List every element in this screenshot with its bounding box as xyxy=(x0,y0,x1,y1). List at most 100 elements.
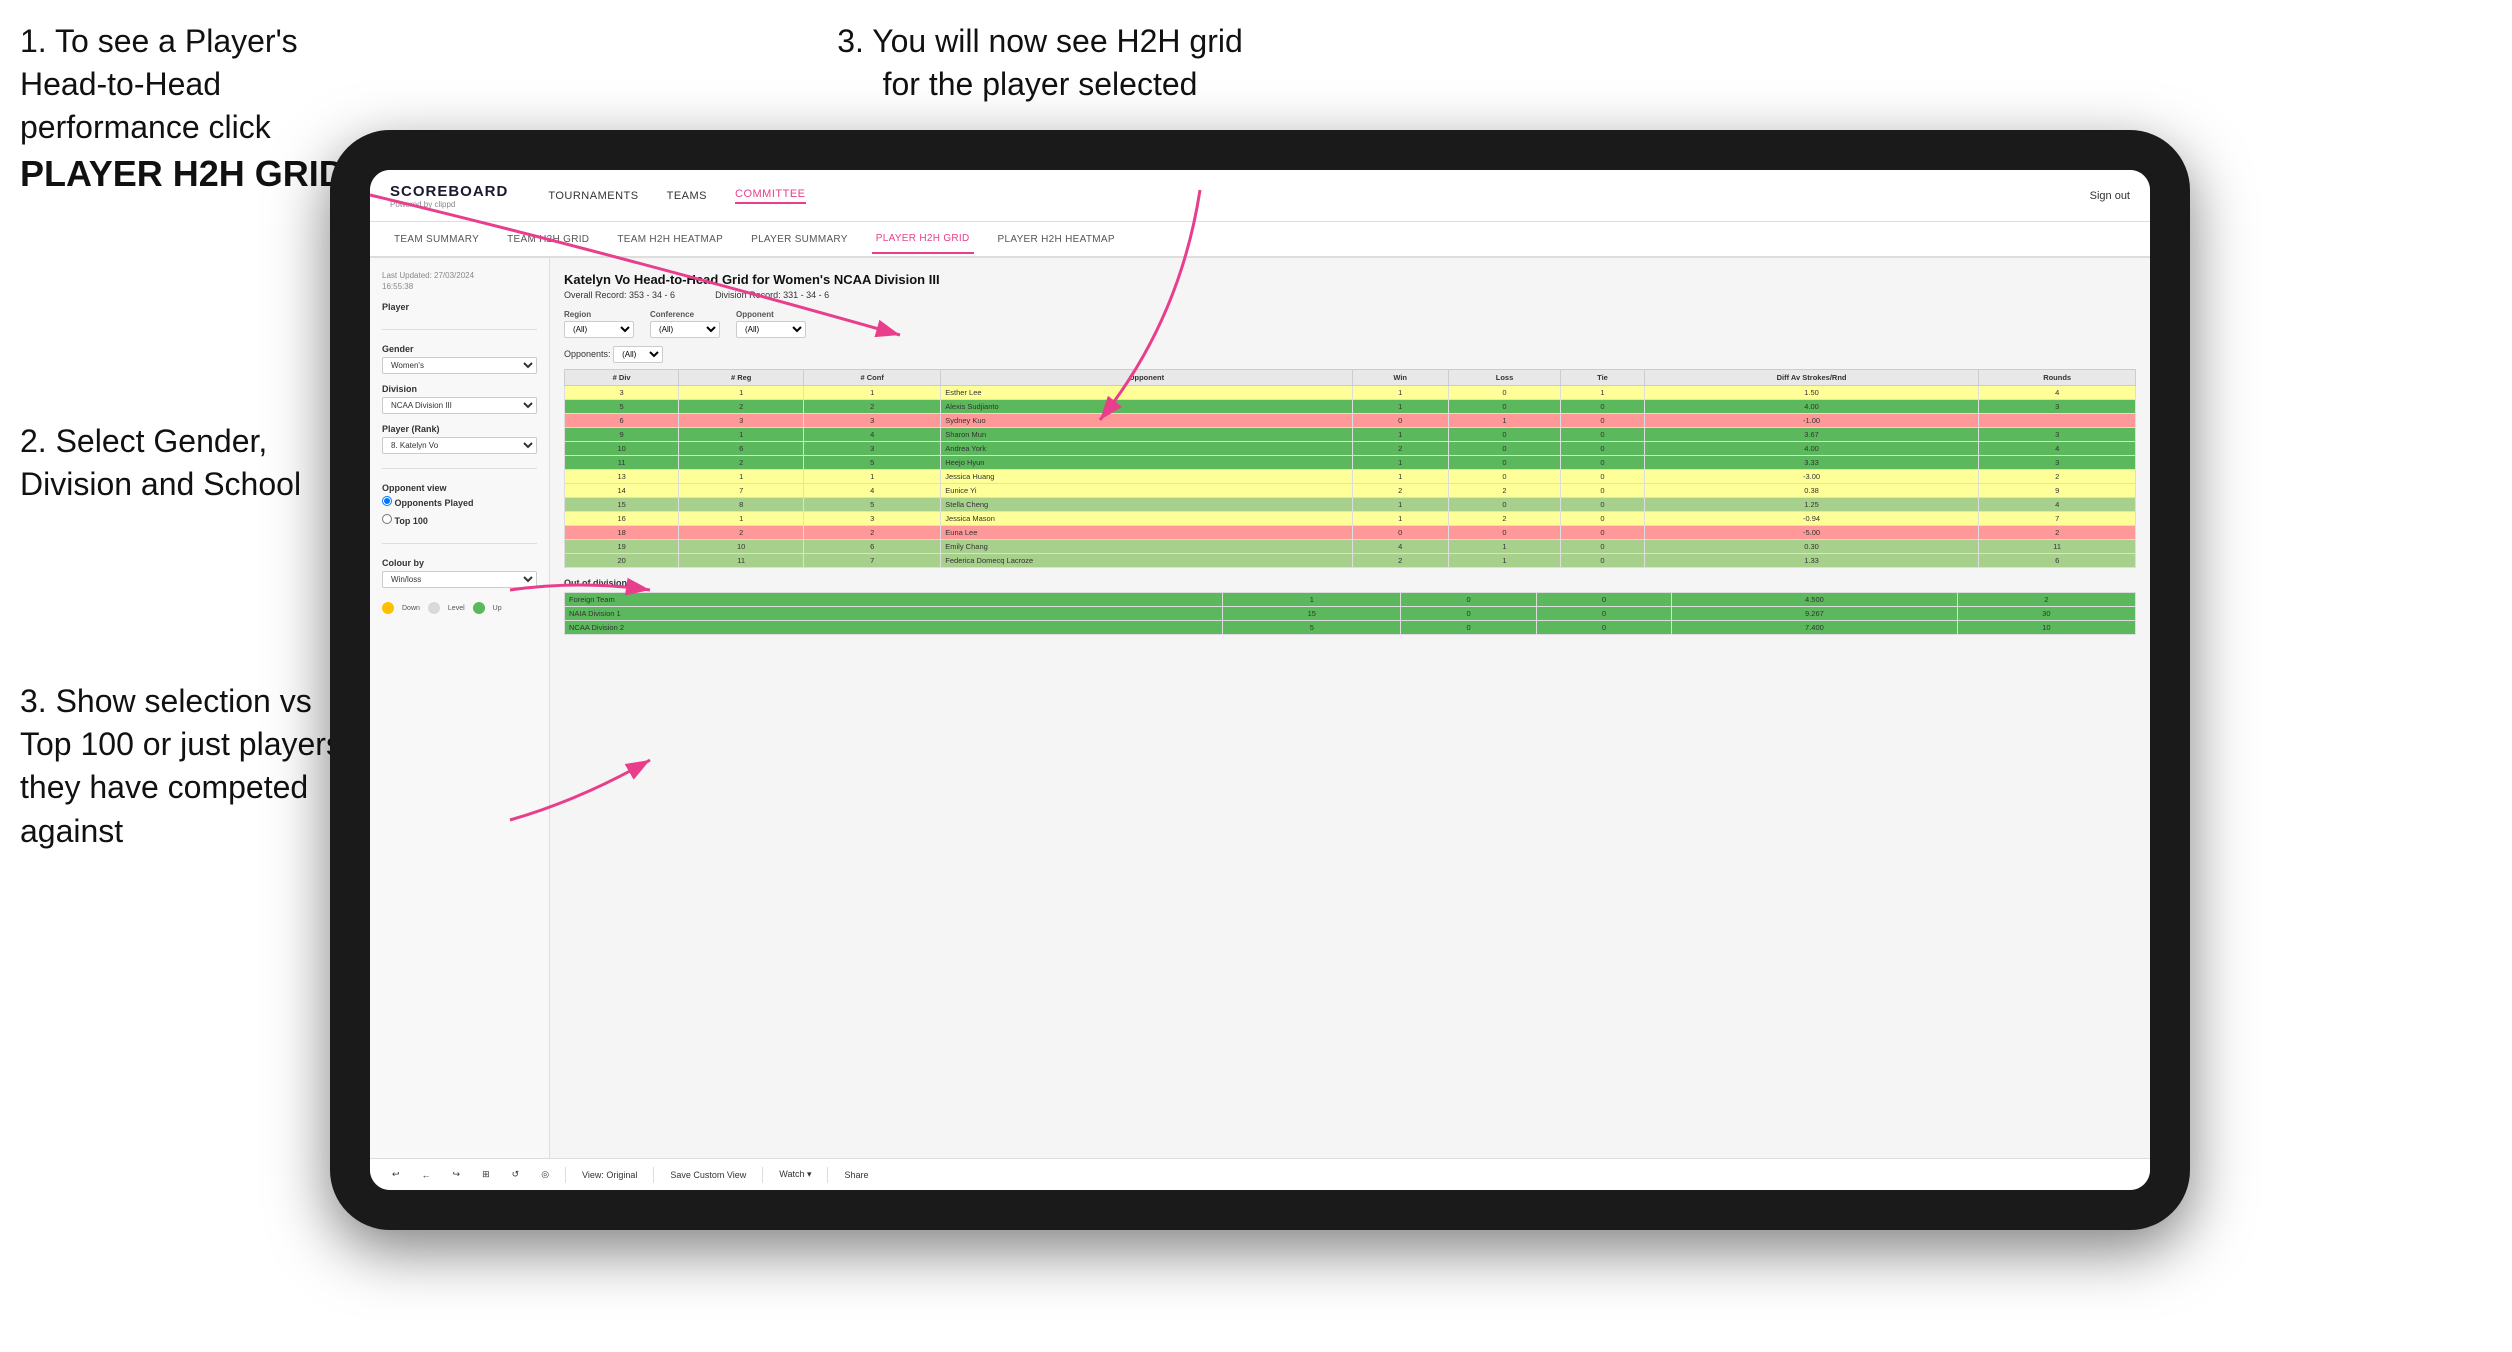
separator1 xyxy=(565,1167,566,1183)
out-table-row: Foreign Team 1 0 0 4.500 2 xyxy=(565,593,2136,607)
subnav: TEAM SUMMARY TEAM H2H GRID TEAM H2H HEAT… xyxy=(370,222,2150,258)
radio-opponents-played[interactable]: Opponents Played xyxy=(382,496,537,508)
table-row: 5 2 2 Alexis Sudjianto 1 0 0 4.00 3 xyxy=(565,400,2136,414)
col-win: Win xyxy=(1352,370,1448,386)
opponent-filter-label: Opponent xyxy=(736,310,806,319)
colour-by-label: Colour by xyxy=(382,558,537,568)
opponents-row-label: Opponents: xyxy=(564,349,611,359)
opponents-filter-select[interactable]: (All) xyxy=(613,346,663,363)
redo-button[interactable]: ↪ xyxy=(447,1167,467,1182)
opponents-label: Opponents: (All) xyxy=(564,346,2136,363)
division-label: Division xyxy=(382,384,537,394)
nav-items: TOURNAMENTS TEAMS COMMITTEE xyxy=(548,188,2059,204)
undo-button[interactable]: ↩ xyxy=(386,1167,406,1182)
instruction-step3-bot: 3. Show selection vs Top 100 or just pla… xyxy=(20,680,350,853)
overall-record: Overall Record: 353 - 34 - 6 xyxy=(564,290,675,300)
region-label: Region xyxy=(564,310,634,319)
instruction-step2: 2. Select Gender, Division and School xyxy=(20,420,350,506)
subnav-team-h2h-heatmap[interactable]: TEAM H2H HEATMAP xyxy=(613,226,727,253)
col-tie: Tie xyxy=(1561,370,1645,386)
out-table: Foreign Team 1 0 0 4.500 2 NAIA Division… xyxy=(564,592,2136,635)
subnav-team-summary[interactable]: TEAM SUMMARY xyxy=(390,226,483,253)
out-table-row: NCAA Division 2 5 0 0 7.400 10 xyxy=(565,621,2136,635)
table-row: 20 11 7 Federica Domecq Lacroze 2 1 0 1.… xyxy=(565,554,2136,568)
step3-bot-text: 3. Show selection vs Top 100 or just pla… xyxy=(20,683,342,849)
nav-teams[interactable]: TEAMS xyxy=(667,190,707,202)
subnav-player-h2h-heatmap[interactable]: PLAYER H2H HEATMAP xyxy=(994,226,1119,253)
save-custom-view-button[interactable]: Save Custom View xyxy=(664,1168,752,1182)
view-original-button[interactable]: View: Original xyxy=(576,1168,643,1182)
table-row: 19 10 6 Emily Chang 4 1 0 0.30 11 xyxy=(565,540,2136,554)
nav-tournaments[interactable]: TOURNAMENTS xyxy=(548,190,638,202)
watch-button[interactable]: Watch ▾ xyxy=(773,1167,817,1182)
col-opponent: Opponent xyxy=(941,370,1352,386)
legend-level-label: Level xyxy=(448,605,465,612)
opponents-played-label: Opponents Played xyxy=(395,498,474,508)
table-row: 16 1 3 Jessica Mason 1 2 0 -0.94 7 xyxy=(565,512,2136,526)
subnav-player-summary[interactable]: PLAYER SUMMARY xyxy=(747,226,852,253)
radio-opponents-played-input[interactable] xyxy=(382,496,392,506)
sidebar-gender: Gender Women's Men's xyxy=(382,344,537,374)
sidebar-colour: Colour by Win/loss xyxy=(382,558,537,588)
back-button[interactable]: ← xyxy=(416,1168,437,1182)
filter-row: Region (All) Conference (All) Opponent xyxy=(564,310,2136,338)
subnav-player-h2h-grid[interactable]: PLAYER H2H GRID xyxy=(872,225,974,254)
opponent-radio-group: Opponents Played Top 100 xyxy=(382,496,537,529)
division-record: Division Record: 331 - 34 - 6 xyxy=(715,290,829,300)
logo: SCOREBOARD Powered by clippd xyxy=(390,183,508,209)
target-button[interactable]: ◎ xyxy=(535,1167,555,1182)
sidebar-player-rank: Player (Rank) 8. Katelyn Vo xyxy=(382,424,537,454)
subnav-team-h2h-grid[interactable]: TEAM H2H GRID xyxy=(503,226,593,253)
tablet-screen: SCOREBOARD Powered by clippd TOURNAMENTS… xyxy=(370,170,2150,1190)
table-row: 10 6 3 Andrea York 2 0 0 4.00 4 xyxy=(565,442,2136,456)
region-filter: Region (All) xyxy=(564,310,634,338)
player-rank-select[interactable]: 8. Katelyn Vo xyxy=(382,437,537,454)
table-row: 13 1 1 Jessica Huang 1 0 0 -3.00 2 xyxy=(565,470,2136,484)
sidebar-division: Division NCAA Division III NCAA Division… xyxy=(382,384,537,414)
main-content: Last Updated: 27/03/2024 16:55:38 Player… xyxy=(370,258,2150,1158)
table-row: 6 3 3 Sydney Kuo 0 1 0 -1.00 xyxy=(565,414,2136,428)
sidebar-opponent-view: Opponent view Opponents Played Top 100 xyxy=(382,483,537,529)
legend-up-dot xyxy=(473,602,485,614)
opponent-select[interactable]: (All) xyxy=(736,321,806,338)
logo-text: SCOREBOARD xyxy=(390,183,508,200)
radio-top100-input[interactable] xyxy=(382,514,392,524)
step1-bold: PLAYER H2H GRID xyxy=(20,153,345,194)
grid-button[interactable]: ⊞ xyxy=(476,1167,496,1182)
sidebar: Last Updated: 27/03/2024 16:55:38 Player… xyxy=(370,258,550,1158)
refresh-button[interactable]: ↺ xyxy=(506,1167,526,1182)
h2h-title: Katelyn Vo Head-to-Head Grid for Women's… xyxy=(564,272,2136,287)
region-select[interactable]: (All) xyxy=(564,321,634,338)
h2h-table: # Div # Reg # Conf Opponent Win Loss Tie… xyxy=(564,369,2136,568)
player-rank-label: Player (Rank) xyxy=(382,424,537,434)
logo-sub-text: Powered by clippd xyxy=(390,200,508,209)
division-select[interactable]: NCAA Division III NCAA Division I NCAA D… xyxy=(382,397,537,414)
legend-level-dot xyxy=(428,602,440,614)
radio-top100[interactable]: Top 100 xyxy=(382,514,537,526)
h2h-records: Overall Record: 353 - 34 - 6 Division Re… xyxy=(564,290,2136,300)
nav-right: Sign out xyxy=(2090,190,2130,202)
table-row: 14 7 4 Eunice Yi 2 2 0 0.38 9 xyxy=(565,484,2136,498)
timestamp-time: 16:55:38 xyxy=(382,281,537,292)
col-conf: # Conf xyxy=(804,370,941,386)
legend-up-label: Up xyxy=(493,605,502,612)
tablet-device: SCOREBOARD Powered by clippd TOURNAMENTS… xyxy=(330,130,2190,1230)
gender-select[interactable]: Women's Men's xyxy=(382,357,537,374)
out-of-division-header: Out of division xyxy=(564,578,2136,588)
table-row: 18 2 2 Euna Lee 0 0 0 -5.00 2 xyxy=(565,526,2136,540)
player-label: Player xyxy=(382,302,537,312)
sidebar-player-section: Player xyxy=(382,302,537,315)
nav-committee[interactable]: COMMITTEE xyxy=(735,188,806,204)
colour-select[interactable]: Win/loss xyxy=(382,571,537,588)
navbar: SCOREBOARD Powered by clippd TOURNAMENTS… xyxy=(370,170,2150,222)
conference-select[interactable]: (All) xyxy=(650,321,720,338)
color-legend: Down Level Up xyxy=(382,602,537,614)
share-button[interactable]: Share xyxy=(838,1168,874,1182)
separator4 xyxy=(827,1167,828,1183)
table-row: 15 8 5 Stella Cheng 1 0 0 1.25 4 xyxy=(565,498,2136,512)
sign-out-link[interactable]: Sign out xyxy=(2090,190,2130,202)
out-table-row: NAIA Division 1 15 0 0 9.267 30 xyxy=(565,607,2136,621)
col-diff: Diff Av Strokes/Rnd xyxy=(1644,370,1979,386)
table-row: 9 1 4 Sharon Mun 1 0 0 3.67 3 xyxy=(565,428,2136,442)
conference-filter: Conference (All) xyxy=(650,310,720,338)
